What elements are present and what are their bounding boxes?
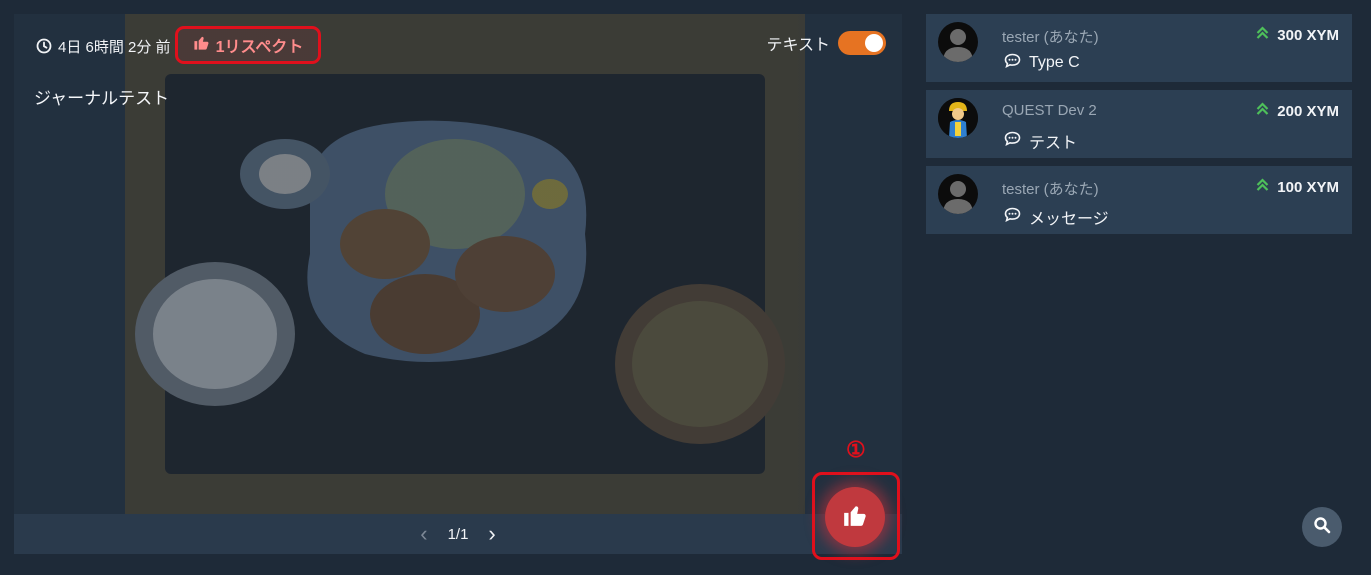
text-toggle[interactable] bbox=[838, 31, 886, 55]
message-body: Type C bbox=[1004, 53, 1080, 73]
tip-amount-label: 100 XYM bbox=[1277, 178, 1339, 196]
message-text: メッセージ bbox=[1029, 211, 1109, 228]
pager-count: 1/1 bbox=[447, 525, 469, 543]
journal-panel: 4日 6時間 2分 前 1リスペクト テキスト ジャーナルテスト ‹ 1/1 › bbox=[14, 14, 902, 554]
avatar bbox=[938, 174, 978, 214]
message-body: メッセージ bbox=[1004, 205, 1109, 229]
double-chevron-up-icon bbox=[1256, 102, 1269, 120]
search-icon bbox=[1313, 516, 1331, 539]
thumbs-up-icon bbox=[193, 34, 210, 56]
message-card[interactable]: QUEST Dev 2 200 XYM テスト bbox=[926, 90, 1352, 158]
message-card[interactable]: tester (あなた) 300 XYM Type C bbox=[926, 14, 1352, 82]
chat-icon bbox=[1004, 207, 1021, 227]
chat-icon bbox=[1004, 53, 1021, 73]
message-list: tester (あなた) 300 XYM Type C QUEST Dev 2 … bbox=[926, 14, 1352, 242]
search-button[interactable] bbox=[1302, 507, 1342, 547]
photo-pager: ‹ 1/1 › bbox=[14, 514, 902, 554]
sender-name: tester (あなた) bbox=[1002, 181, 1099, 198]
sender-name: QUEST Dev 2 bbox=[1002, 102, 1097, 119]
elapsed-time: 4日 6時間 2分 前 bbox=[58, 38, 171, 56]
text-toggle-group: テキスト bbox=[766, 31, 886, 55]
chevron-left-icon[interactable]: ‹ bbox=[420, 523, 427, 545]
clock-icon bbox=[36, 38, 52, 54]
double-chevron-up-icon bbox=[1256, 178, 1269, 196]
chat-icon bbox=[1004, 131, 1021, 151]
tip-amount: 100 XYM bbox=[1256, 178, 1339, 196]
tip-amount-label: 200 XYM bbox=[1277, 102, 1339, 120]
respect-label: 1リスペクト bbox=[215, 39, 304, 56]
thumbs-up-icon bbox=[842, 502, 868, 533]
message-text: テスト bbox=[1029, 135, 1078, 152]
avatar bbox=[938, 22, 978, 62]
sender-name: tester (あなた) bbox=[1002, 29, 1099, 46]
tip-amount: 200 XYM bbox=[1256, 102, 1339, 120]
message-card[interactable]: tester (あなた) 100 XYM メッセージ bbox=[926, 166, 1352, 234]
double-chevron-up-icon bbox=[1256, 26, 1269, 44]
message-body: テスト bbox=[1004, 129, 1077, 153]
respect-button[interactable] bbox=[825, 487, 885, 547]
toggle-knob bbox=[865, 34, 883, 52]
chevron-right-icon[interactable]: › bbox=[488, 523, 495, 545]
text-toggle-label: テキスト bbox=[766, 37, 830, 54]
message-text: Type C bbox=[1029, 54, 1080, 71]
annotation-number: ① bbox=[846, 437, 866, 462]
tip-amount: 300 XYM bbox=[1256, 26, 1339, 44]
journal-body-text: ジャーナルテスト bbox=[34, 89, 170, 108]
journal-meta: 4日 6時間 2分 前 bbox=[36, 34, 171, 58]
tip-amount-label: 300 XYM bbox=[1277, 26, 1339, 44]
respect-count[interactable]: 1リスペクト bbox=[175, 26, 321, 64]
avatar bbox=[938, 98, 978, 138]
